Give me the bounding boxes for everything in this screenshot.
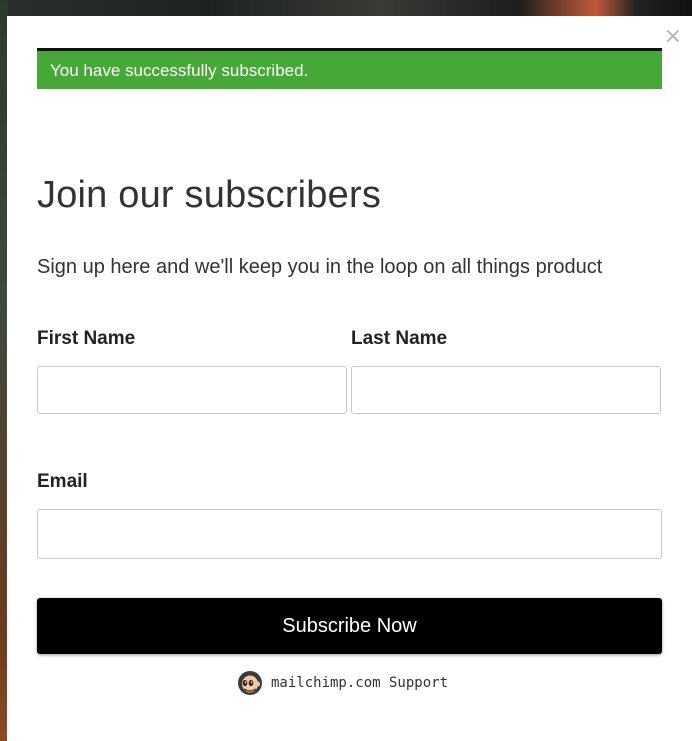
background-page-strip bbox=[0, 0, 692, 16]
form-title: Join our subscribers bbox=[37, 174, 382, 216]
last-name-label: Last Name bbox=[351, 328, 448, 349]
mailchimp-logo-icon bbox=[238, 671, 262, 695]
last-name-field[interactable] bbox=[351, 366, 661, 414]
first-name-field[interactable] bbox=[37, 366, 347, 414]
mailchimp-support-link[interactable]: mailchimp.com Support bbox=[237, 670, 448, 696]
close-icon[interactable]: × bbox=[664, 26, 682, 48]
subscribe-modal: × You have successfully subscribed. Join… bbox=[7, 16, 692, 741]
form-subtitle: Sign up here and we'll keep you in the l… bbox=[37, 256, 603, 278]
email-label: Email bbox=[37, 471, 88, 492]
email-field[interactable] bbox=[37, 509, 662, 559]
mailchimp-support-text: mailchimp.com Support bbox=[271, 675, 449, 691]
first-name-label: First Name bbox=[37, 328, 136, 349]
success-notice: You have successfully subscribed. bbox=[37, 48, 662, 89]
subscribe-button[interactable]: Subscribe Now bbox=[37, 598, 662, 654]
